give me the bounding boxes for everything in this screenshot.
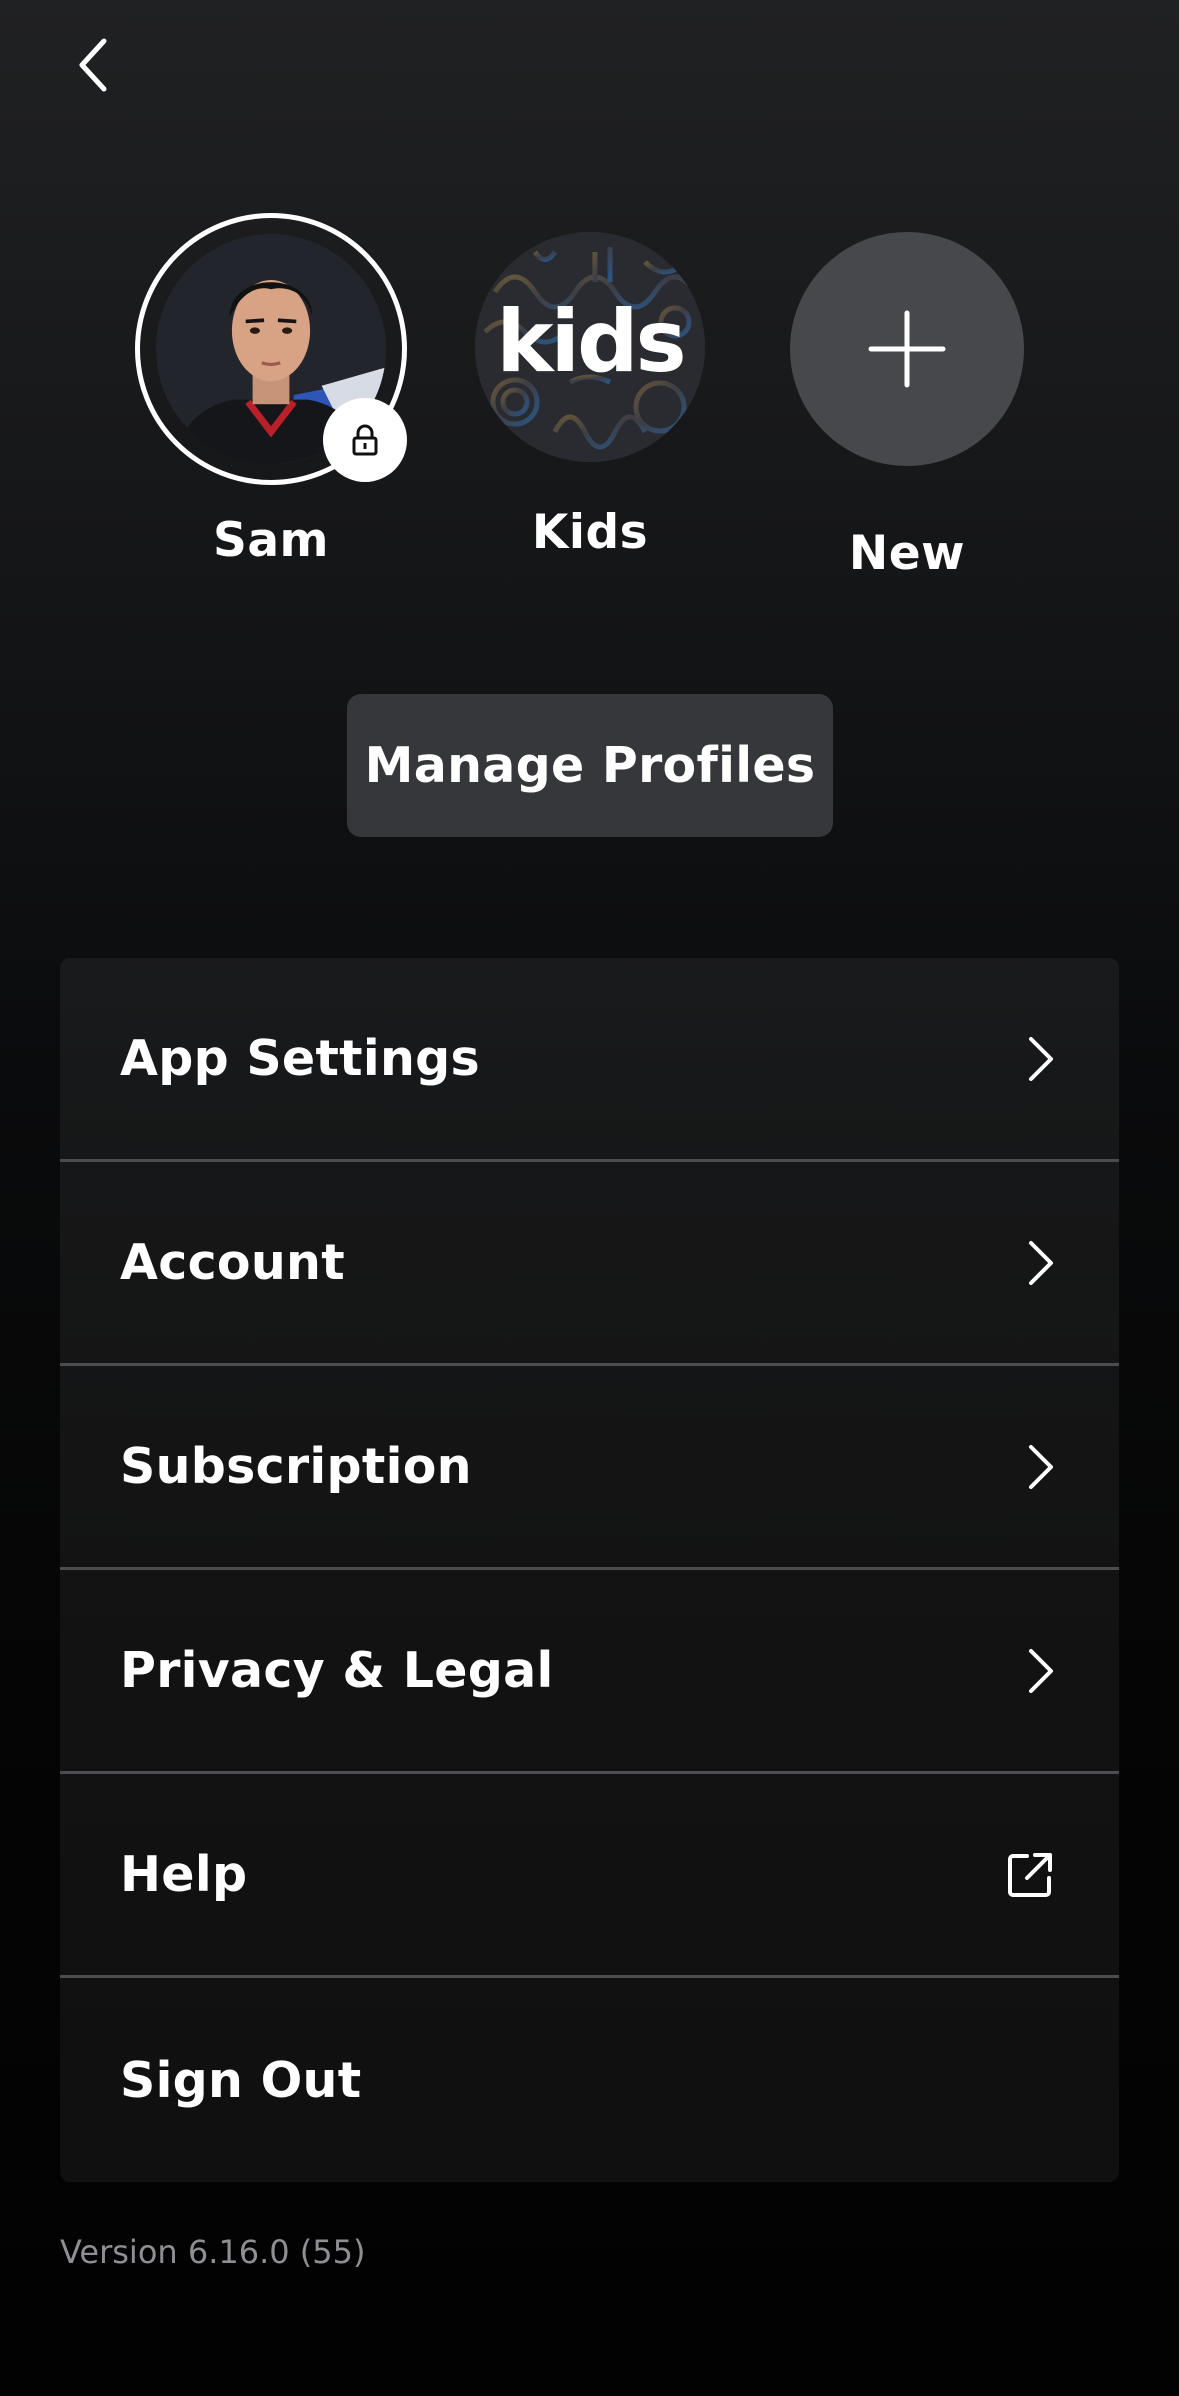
menu-item-label: App Settings: [120, 1030, 481, 1087]
profile-kids[interactable]: kids Kids: [475, 232, 705, 560]
menu-item-label: Help: [120, 1846, 248, 1903]
kids-avatar: kids: [475, 232, 705, 462]
profile-sam[interactable]: Sam: [135, 213, 407, 568]
lock-icon: [352, 424, 378, 456]
menu-item-label: Subscription: [120, 1438, 472, 1495]
plus-icon: [868, 310, 946, 388]
menu-item-label: Account: [120, 1234, 345, 1291]
account-menu-screen: Sam kids Kids New Manage Profiles App Se…: [0, 0, 1179, 2396]
chevron-left-icon: [79, 38, 107, 92]
menu-item-label: Sign Out: [120, 2051, 362, 2109]
menu-item-account[interactable]: Account: [60, 1162, 1119, 1366]
menu-item-app-settings[interactable]: App Settings: [60, 958, 1119, 1162]
external-link-icon: [1008, 1852, 1052, 1897]
menu-item-sign-out[interactable]: Sign Out: [60, 1978, 1119, 2182]
chevron-right-icon: [1029, 1036, 1053, 1081]
kids-logo: kids: [496, 292, 686, 392]
profile-name: Kids: [531, 505, 649, 560]
back-button[interactable]: [62, 30, 122, 100]
chevron-right-icon: [1029, 1444, 1053, 1489]
menu-item-privacy-legal[interactable]: Privacy & Legal: [60, 1570, 1119, 1774]
chevron-right-icon: [1029, 1240, 1053, 1285]
app-version: Version 6.16.0 (55): [60, 2233, 366, 2271]
profile-name: Sam: [212, 513, 330, 568]
profile-add-new[interactable]: New: [789, 232, 1025, 581]
settings-menu: App Settings Account Subscription Privac…: [60, 958, 1119, 2182]
menu-item-help[interactable]: Help: [60, 1774, 1119, 1978]
manage-profiles-button[interactable]: Manage Profiles: [347, 694, 833, 837]
menu-item-subscription[interactable]: Subscription: [60, 1366, 1119, 1570]
profile-name: New: [848, 526, 966, 581]
avatar-wrap: [135, 213, 407, 485]
add-profile-circle: [790, 232, 1024, 466]
menu-item-label: Privacy & Legal: [120, 1642, 554, 1699]
chevron-right-icon: [1029, 1648, 1053, 1693]
profile-lock-badge: [323, 398, 407, 482]
